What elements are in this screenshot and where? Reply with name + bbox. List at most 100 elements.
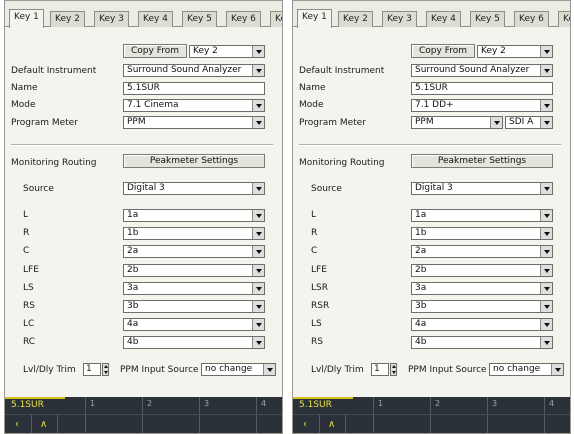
tab-key-4[interactable]: Key 4 (138, 11, 173, 27)
channel-value: 2b (127, 265, 139, 275)
program-meter-label: Program Meter (299, 118, 366, 128)
tab-key-6[interactable]: Key 6 (514, 11, 549, 27)
nav-up-icon[interactable]: ∧ (40, 419, 47, 430)
softkey-1[interactable]: 1 (85, 397, 141, 433)
channel-select[interactable]: 2b (123, 264, 265, 277)
settings-panel-left: Key 1 Key 2 Key 3 Key 4 Key 5 Key 6 Ke C… (4, 0, 283, 434)
name-input[interactable]: 5.1SUR (411, 82, 553, 95)
softkey-2[interactable]: 2 (430, 397, 486, 433)
softkey-1[interactable]: 1 (373, 397, 429, 433)
program-meter-select[interactable]: PPM (411, 116, 503, 129)
softkey-number: 2 (435, 399, 441, 408)
channel-select[interactable]: 3a (411, 282, 553, 295)
channel-select[interactable]: 2a (411, 245, 553, 258)
tab-key-7[interactable]: Ke (270, 11, 282, 27)
default-instrument-value: Surround Sound Analyzer (415, 65, 530, 75)
chevron-down-icon (252, 46, 264, 57)
chevron-down-icon (540, 65, 552, 76)
softkey-3[interactable]: 3 (487, 397, 543, 433)
channel-label: LC (23, 319, 35, 329)
channel-select[interactable]: 1a (123, 209, 265, 222)
chevron-down-icon (540, 265, 552, 276)
chevron-down-icon (252, 65, 264, 76)
mode-label: Mode (299, 100, 324, 110)
nav-up-icon[interactable]: ∧ (328, 419, 335, 430)
program-meter-source-select[interactable]: SDI A (505, 116, 553, 129)
mode-select[interactable]: 7.1 Cinema (123, 99, 265, 112)
tab-key-1[interactable]: Key 1 (297, 9, 332, 28)
ppm-input-source-select[interactable]: no change (489, 363, 564, 376)
softkey-4[interactable]: 4 (544, 397, 570, 433)
softkey-separator (345, 415, 346, 433)
lvl-dly-trim-label: Lvl/Dly Trim (311, 365, 364, 375)
program-meter-select[interactable]: PPM (123, 116, 265, 129)
softkey-4[interactable]: 4 (256, 397, 282, 433)
channel-select[interactable]: 3b (411, 300, 553, 313)
softkey-bar: 5.1SUR 1 2 3 4 ‹ ∧ (293, 397, 570, 433)
channel-label: L (311, 210, 317, 220)
spinner-arrows-icon[interactable] (102, 363, 109, 376)
channel-select[interactable]: 4a (123, 318, 265, 331)
channel-select[interactable]: 3a (123, 282, 265, 295)
copy-from-select[interactable]: Key 2 (189, 45, 265, 58)
tab-key-5[interactable]: Key 5 (470, 11, 505, 27)
channel-select[interactable]: 2b (411, 264, 553, 277)
channel-select[interactable]: 2a (123, 245, 265, 258)
channel-select[interactable]: 1b (123, 227, 265, 240)
peakmeter-settings-button[interactable]: Peakmeter Settings (411, 154, 553, 168)
channel-label: C (23, 246, 30, 256)
default-instrument-select[interactable]: Surround Sound Analyzer (123, 64, 265, 77)
chevron-down-icon (540, 183, 552, 194)
softkey-3[interactable]: 3 (199, 397, 255, 433)
tab-key-2[interactable]: Key 2 (338, 11, 373, 27)
tab-key-7[interactable]: Ke (558, 11, 570, 27)
softkey-divider (293, 414, 570, 415)
copy-from-select[interactable]: Key 2 (477, 45, 553, 58)
lvl-dly-trim-input[interactable]: 1 (371, 363, 389, 376)
mode-select[interactable]: 7.1 DD+ (411, 99, 553, 112)
name-input[interactable]: 5.1SUR (123, 82, 265, 95)
channel-value: 2a (127, 246, 139, 256)
name-label: Name (11, 83, 38, 93)
softkey-separator (57, 415, 58, 433)
source-select[interactable]: Digital 3 (411, 182, 553, 195)
spinner-arrows-icon[interactable] (390, 363, 397, 376)
tab-key-3[interactable]: Key 3 (382, 11, 417, 27)
softkey-2[interactable]: 2 (142, 397, 198, 433)
default-instrument-value: Surround Sound Analyzer (127, 65, 242, 75)
channel-select[interactable]: 4b (123, 336, 265, 349)
tab-key-2[interactable]: Key 2 (50, 11, 85, 27)
softkey-number: 3 (492, 399, 498, 408)
tab-key-5[interactable]: Key 5 (182, 11, 217, 27)
channel-select[interactable]: 1a (411, 209, 553, 222)
default-instrument-select[interactable]: Surround Sound Analyzer (411, 64, 553, 77)
softkey-separator (319, 415, 320, 433)
channel-label: L (23, 210, 29, 220)
ppm-input-source-select[interactable]: no change (201, 363, 276, 376)
chevron-down-icon (252, 100, 264, 111)
channel-value: 1b (127, 228, 139, 238)
peakmeter-settings-button[interactable]: Peakmeter Settings (123, 154, 265, 168)
copy-from-button[interactable]: Copy From (411, 44, 475, 58)
lvl-dly-trim-input[interactable]: 1 (83, 363, 101, 376)
channel-select[interactable]: 3b (123, 300, 265, 313)
tab-key-1[interactable]: Key 1 (9, 9, 44, 28)
tab-key-6[interactable]: Key 6 (226, 11, 261, 27)
tab-key-4[interactable]: Key 4 (426, 11, 461, 27)
channel-label: R (311, 228, 318, 238)
channel-label: LS (23, 283, 34, 293)
channel-select[interactable]: 4a (411, 318, 553, 331)
source-select[interactable]: Digital 3 (123, 182, 265, 195)
program-meter-value: PPM (127, 117, 146, 127)
copy-from-button[interactable]: Copy From (123, 44, 187, 58)
nav-left-icon[interactable]: ‹ (303, 419, 307, 430)
channel-select[interactable]: 4b (411, 336, 553, 349)
default-instrument-label: Default Instrument (11, 66, 97, 76)
mode-value: 7.1 DD+ (415, 100, 454, 110)
channel-select[interactable]: 1b (411, 227, 553, 240)
nav-left-icon[interactable]: ‹ (15, 419, 19, 430)
channel-value: 2a (415, 246, 427, 256)
softkey-number: 2 (147, 399, 153, 408)
tab-key-3[interactable]: Key 3 (94, 11, 129, 27)
softkey-number: 1 (90, 399, 96, 408)
